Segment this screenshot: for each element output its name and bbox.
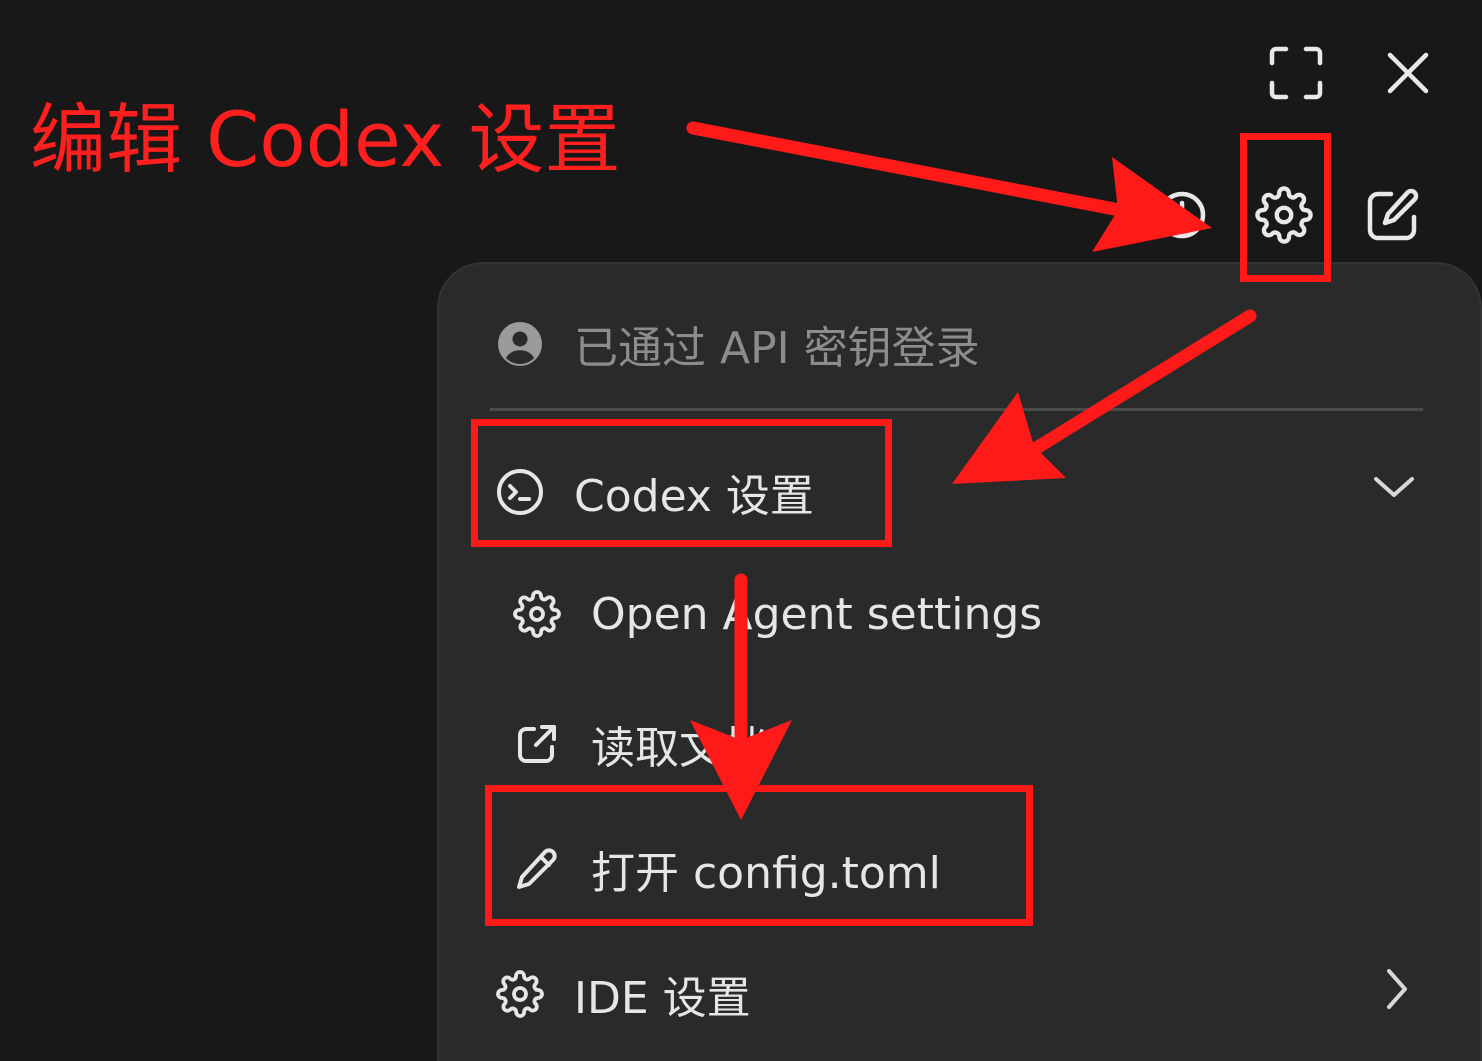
history-icon [1150,185,1210,245]
highlight-settings-button [1240,133,1331,282]
open-agent-settings-item[interactable]: Open Agent settings [511,588,1042,640]
new-chat-button[interactable] [1358,180,1428,250]
gear-icon [494,968,546,1020]
read-docs-item[interactable]: 读取文档 [511,712,767,776]
user-circle-icon [494,318,546,370]
ide-settings-item[interactable]: IDE 设置 [494,962,751,1026]
read-docs-label: 读取文档 [591,723,767,774]
gear-icon [511,588,563,640]
menu-divider [490,408,1423,411]
codex-settings-expander[interactable] [1359,452,1429,522]
settings-menu [437,262,1482,1061]
highlight-open-config [485,785,1033,926]
annotation-title: 编辑 Codex 设置 [30,95,621,184]
open-agent-settings-label: Open Agent settings [591,588,1043,640]
edit-icon [1364,186,1422,244]
fullscreen-button[interactable] [1261,38,1331,108]
close-button[interactable] [1373,38,1443,108]
account-status-label: 已通过 API 密钥登录 [574,323,980,374]
highlight-codex-settings [471,419,892,547]
account-status-item: 已通过 API 密钥登录 [494,312,980,376]
chevron-right-icon [1383,967,1411,1011]
external-link-icon [511,718,563,770]
arrow-to-settings [686,121,1137,219]
close-icon [1385,50,1431,96]
chevron-down-icon [1372,473,1416,501]
ide-settings-label: IDE 设置 [574,973,751,1024]
ide-settings-expander[interactable] [1362,954,1432,1024]
screenshot: 已通过 API 密钥登录 Codex 设置 Open Agent setting… [0,0,1482,1061]
history-button[interactable] [1145,180,1215,250]
fullscreen-icon [1268,45,1324,101]
